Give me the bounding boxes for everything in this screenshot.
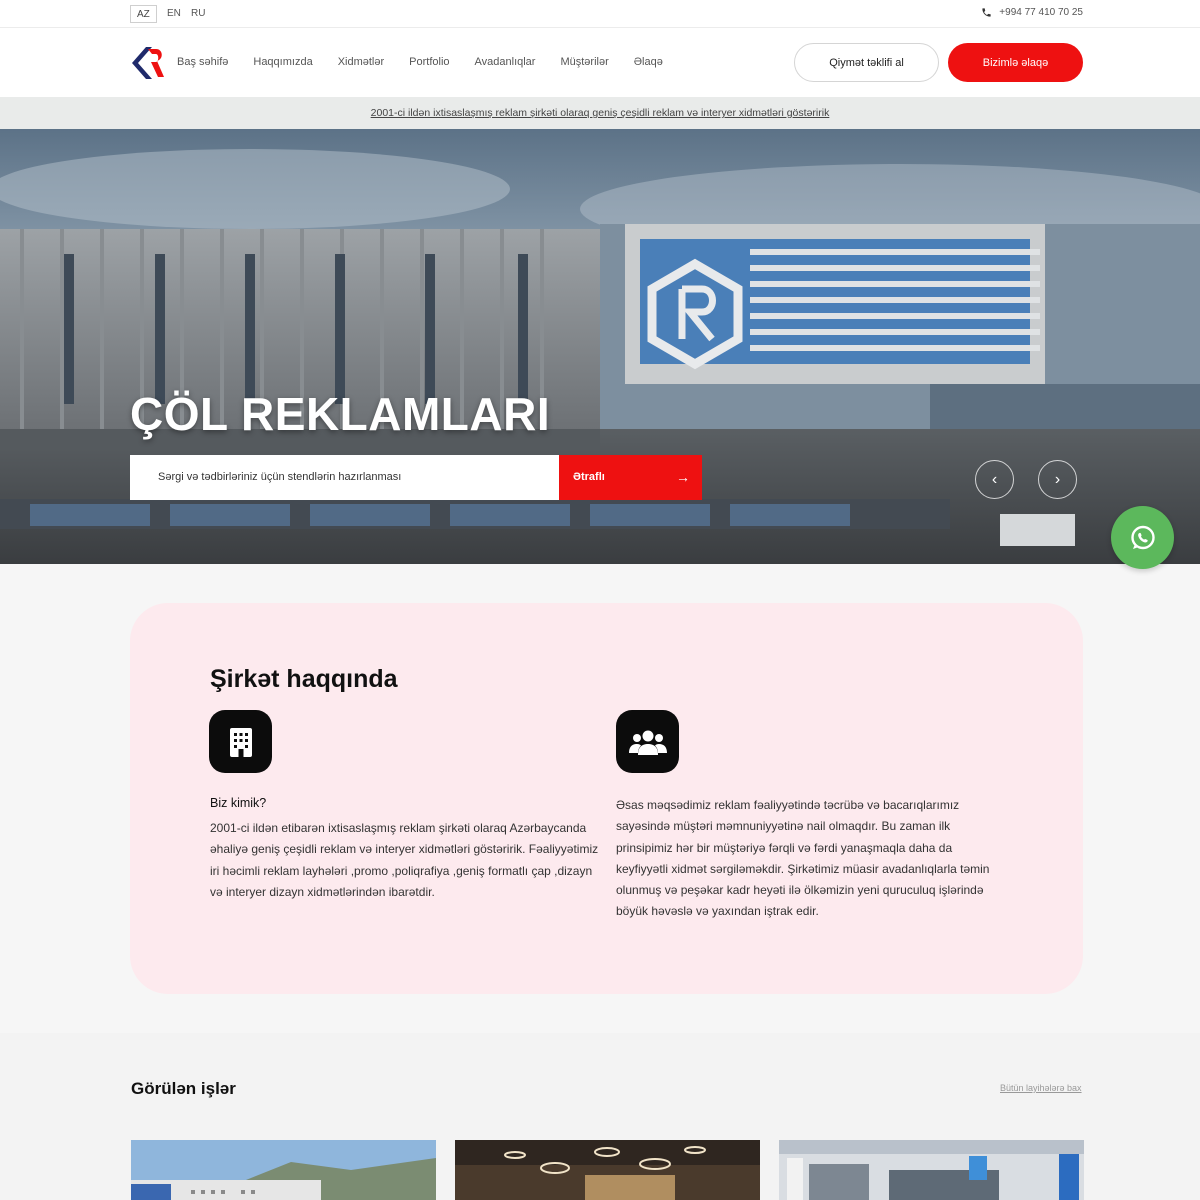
about-section: Şirkət haqqında Biz kimik? 2001-ci ildən… bbox=[130, 603, 1083, 994]
top-bar: AZ EN RU +994 77 410 70 25 bbox=[0, 0, 1200, 28]
tagline-strip: 2001-ci ildən ixtisaslaşmış reklam şirkə… bbox=[0, 97, 1200, 129]
lang-az[interactable]: AZ bbox=[130, 5, 157, 23]
users-icon bbox=[616, 710, 679, 773]
work-card[interactable] bbox=[779, 1140, 1084, 1200]
works-title: Görülən işlər bbox=[131, 1079, 236, 1098]
work-image bbox=[779, 1140, 1084, 1200]
logo-icon[interactable] bbox=[130, 45, 166, 81]
hero-subtitle: Sərgi və tədbirləriniz üçün stendlərin h… bbox=[130, 455, 559, 500]
phone-contact[interactable]: +994 77 410 70 25 bbox=[981, 7, 1083, 18]
header: Baş səhifə Haqqımızda Xidmətlər Portfoli… bbox=[0, 28, 1200, 97]
all-projects-link[interactable]: Bütün layihələrə bax bbox=[1000, 1083, 1082, 1093]
work-card[interactable] bbox=[455, 1140, 760, 1200]
hero-more-label: Ətraflı bbox=[573, 471, 605, 483]
nav-equipment[interactable]: Avadanlıqlar bbox=[475, 56, 536, 68]
hero-slider: ÇÖL REKLAMLARI Sərgi və tədbirləriniz üç… bbox=[0, 129, 1200, 564]
who-text: 2001-ci ildən etibarən ixtisaslaşmış rek… bbox=[210, 821, 599, 899]
work-image bbox=[455, 1140, 760, 1200]
main-nav: Baş səhifə Haqqımızda Xidmətlər Portfoli… bbox=[177, 56, 663, 68]
lang-en[interactable]: EN bbox=[161, 5, 187, 23]
building-icon bbox=[209, 710, 272, 773]
nav-clients[interactable]: Müştərilər bbox=[560, 56, 608, 68]
works-section: Görülən işlər Bütün layihələrə bax bbox=[0, 1033, 1200, 1200]
hero-more-button[interactable]: Ətraflı → bbox=[559, 455, 702, 500]
tagline-link[interactable]: 2001-ci ildən ixtisaslaşmış reklam şirkə… bbox=[371, 107, 830, 119]
quote-button[interactable]: Qiymət təklifi al bbox=[794, 43, 939, 82]
phone-icon bbox=[982, 8, 991, 17]
nav-portfolio[interactable]: Portfolio bbox=[409, 56, 449, 68]
nav-about[interactable]: Haqqımızda bbox=[253, 56, 312, 68]
work-image bbox=[131, 1140, 436, 1200]
arrow-right-icon: → bbox=[676, 469, 690, 485]
chevron-left-icon[interactable]: ‹ bbox=[975, 460, 1014, 499]
lang-ru[interactable]: RU bbox=[185, 5, 211, 23]
about-title: Şirkət haqqında bbox=[210, 665, 398, 693]
phone-number: +994 77 410 70 25 bbox=[999, 7, 1083, 18]
mission-text: Əsas məqsədimiz reklam fəaliyyətində təc… bbox=[616, 798, 990, 919]
nav-home[interactable]: Baş səhifə bbox=[177, 56, 228, 68]
work-card[interactable] bbox=[131, 1140, 436, 1200]
contact-button[interactable]: Bizimlə əlaqə bbox=[948, 43, 1083, 82]
chevron-right-icon[interactable]: › bbox=[1038, 460, 1077, 499]
nav-contact[interactable]: Əlaqə bbox=[634, 56, 663, 68]
hero-title: ÇÖL REKLAMLARI bbox=[130, 388, 551, 440]
who-title: Biz kimik? bbox=[210, 796, 267, 810]
nav-services[interactable]: Xidmətlər bbox=[338, 56, 384, 68]
whatsapp-button[interactable] bbox=[1111, 506, 1174, 569]
whatsapp-icon bbox=[1130, 525, 1155, 549]
